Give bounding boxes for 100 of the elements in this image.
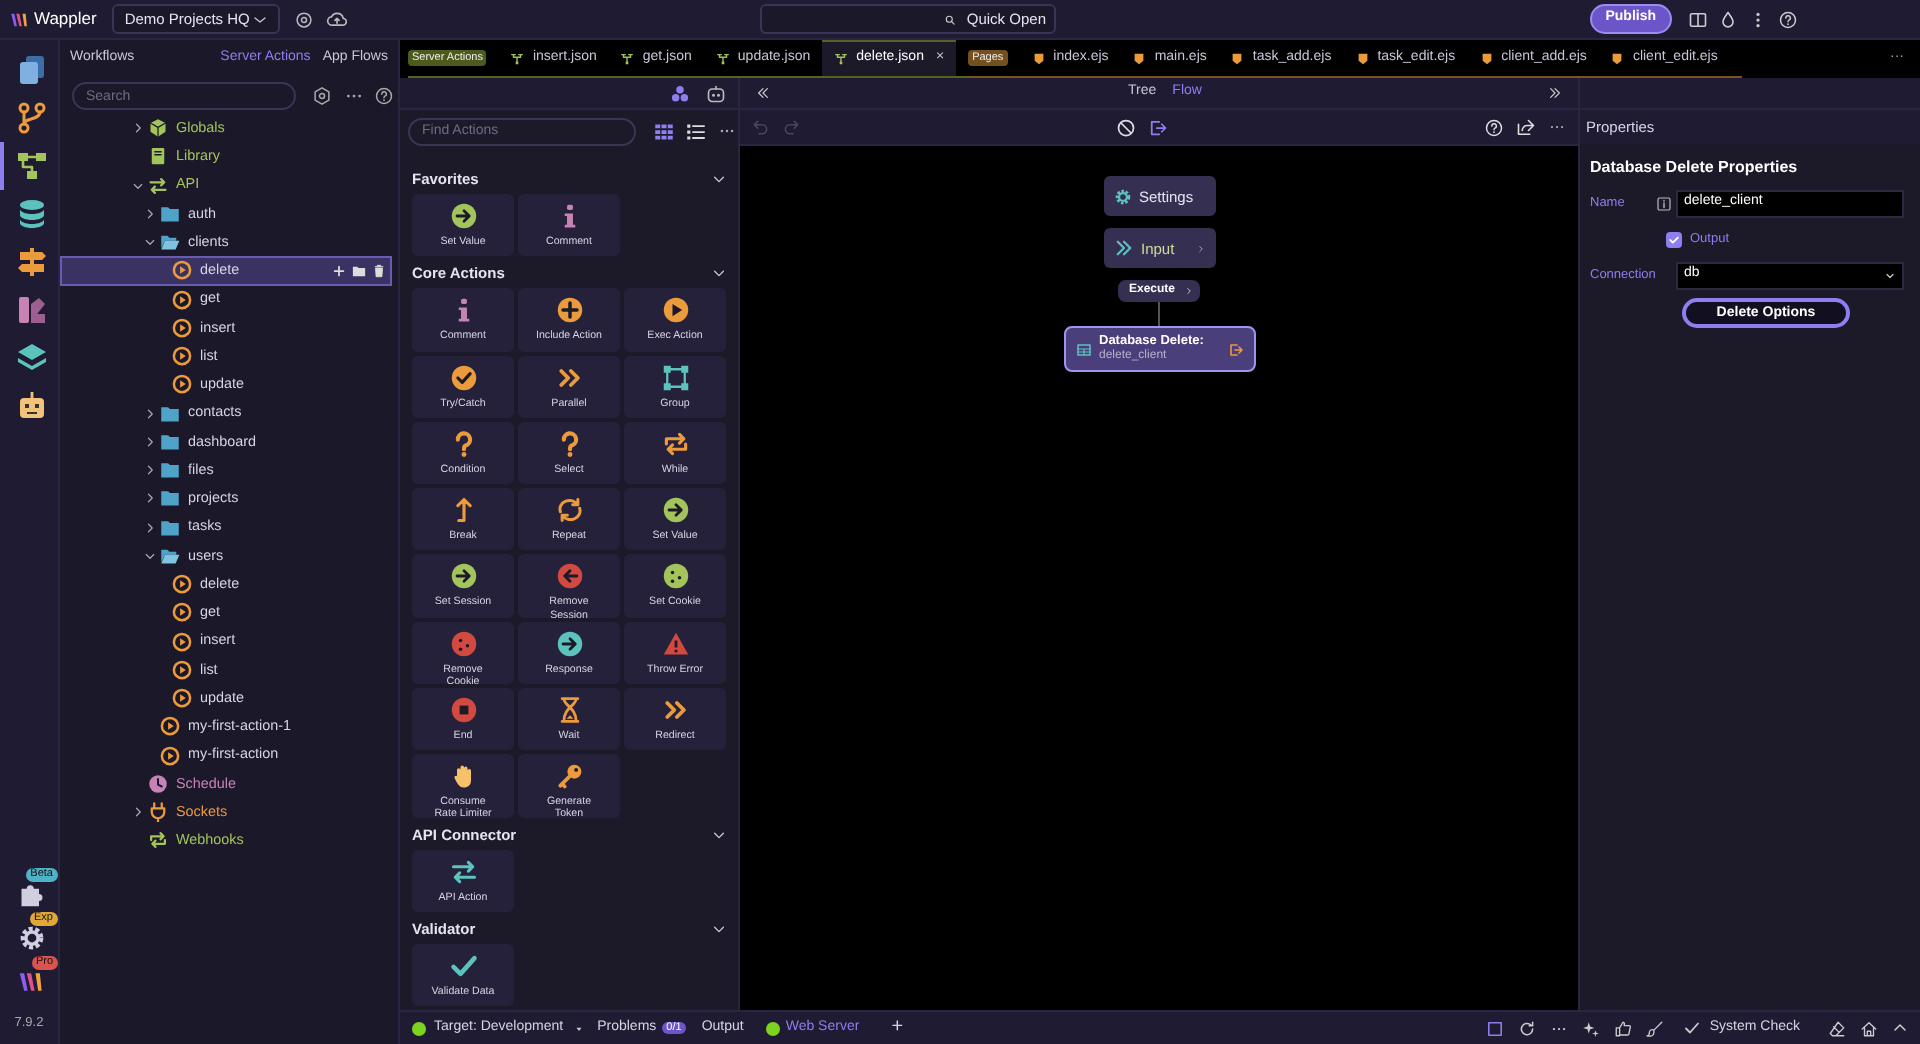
collapse-left-icon[interactable] [756, 86, 770, 100]
play-icon [172, 602, 192, 623]
shield-icon [1479, 51, 1494, 65]
cube-icon [148, 118, 168, 139]
folder-icon [160, 232, 180, 253]
folder-icon[interactable] [352, 263, 366, 278]
list-view-icon[interactable] [686, 121, 706, 141]
check-icon [1668, 233, 1680, 246]
logo-icon [10, 9, 30, 29]
folder-icon [160, 431, 180, 452]
chevron-down-icon[interactable] [144, 549, 156, 562]
collapse-right-icon[interactable] [1548, 86, 1562, 100]
robot-icon[interactable] [706, 83, 726, 103]
loop-icon [148, 830, 168, 851]
checkbox[interactable] [1666, 231, 1682, 248]
chevron-right-icon[interactable] [144, 407, 156, 420]
puzzle-icon[interactable] [17, 880, 45, 908]
chevron-down-icon[interactable] [712, 827, 726, 842]
branch-icon [510, 51, 525, 65]
flow-icon [15, 150, 47, 182]
play-icon [172, 260, 192, 281]
branch-icon [715, 51, 730, 65]
chevron-right-icon[interactable] [144, 207, 156, 220]
folder-icon [160, 460, 180, 481]
play-icon [160, 745, 180, 766]
chevron-right-icon[interactable] [144, 435, 156, 448]
share-icon[interactable] [1516, 117, 1536, 137]
chevron-right-icon[interactable] [132, 122, 144, 135]
refresh-icon[interactable] [1517, 1019, 1536, 1037]
disable-icon[interactable] [1116, 117, 1136, 137]
logo-icon[interactable] [17, 968, 45, 996]
settings-icon[interactable] [312, 86, 332, 106]
chevron-down-icon[interactable] [712, 921, 726, 936]
table-icon [1075, 341, 1091, 357]
check-icon [1683, 1020, 1700, 1036]
shield-icon [1230, 51, 1245, 65]
chevrons-icon [1113, 238, 1133, 258]
play-icon [160, 716, 180, 737]
status-dot [412, 1021, 426, 1035]
swatches-icon [15, 294, 47, 326]
add-button[interactable]: + [891, 1016, 904, 1040]
chevron-down-icon[interactable] [132, 179, 144, 192]
branch-icon [620, 51, 635, 65]
sparkle-icon[interactable] [1581, 1019, 1600, 1037]
gear-icon [1113, 187, 1131, 205]
play-icon [172, 659, 192, 680]
settings-icon[interactable] [294, 9, 315, 29]
shield-icon [1610, 51, 1625, 65]
signpost-icon [15, 246, 47, 278]
drop-icon[interactable] [1718, 9, 1738, 29]
shield-icon [1355, 51, 1370, 65]
branch-icon [834, 52, 849, 66]
cloud-upload-icon[interactable] [326, 8, 349, 30]
folder-icon [160, 488, 180, 509]
folder-icon [160, 545, 180, 566]
help-icon[interactable] [374, 86, 394, 106]
help-icon[interactable] [1778, 9, 1798, 29]
folder-icon [160, 203, 180, 224]
info-icon [1656, 195, 1672, 212]
play-icon [172, 631, 192, 652]
play-icon [172, 289, 192, 310]
exit-icon[interactable] [1148, 117, 1168, 137]
play-icon [172, 346, 192, 367]
chevron-right-icon [1183, 286, 1193, 296]
circles-icon[interactable] [670, 83, 690, 103]
swap-icon [148, 175, 168, 196]
documents-icon [15, 54, 47, 86]
chevron-down-icon[interactable] [712, 172, 726, 186]
play-icon [172, 688, 192, 709]
add-icon[interactable] [332, 263, 346, 278]
branch-icon [15, 102, 47, 134]
chevron-right-icon [1195, 243, 1205, 253]
chevron-right-icon[interactable] [144, 492, 156, 505]
square-icon[interactable] [1485, 1019, 1504, 1037]
shield-icon [1031, 51, 1046, 65]
chevron-right-icon[interactable] [144, 521, 156, 534]
exit-icon [1227, 341, 1243, 357]
folder-icon [160, 517, 180, 538]
app-name: Wappler [34, 8, 97, 30]
shield-icon [1132, 51, 1147, 65]
thumbs-up-icon[interactable] [1613, 1019, 1632, 1037]
folder-icon [160, 403, 180, 424]
chevron-right-icon[interactable] [132, 806, 144, 819]
plug-icon [148, 802, 168, 823]
grid-view-icon[interactable] [654, 121, 674, 141]
home-icon[interactable] [1860, 1019, 1878, 1037]
properties-heading: Database Delete Properties [1588, 156, 1800, 180]
database-icon [15, 198, 47, 230]
chevron-up-icon[interactable] [1892, 1020, 1908, 1036]
caret-down-icon[interactable] [573, 1023, 584, 1033]
gear-icon[interactable] [17, 924, 45, 952]
trash-icon[interactable] [372, 263, 386, 278]
chevron-down-icon[interactable] [712, 266, 726, 281]
chevron-down-icon[interactable] [144, 236, 156, 249]
chevron-right-icon[interactable] [144, 464, 156, 477]
eraser-icon[interactable] [1828, 1019, 1846, 1037]
play-icon [172, 574, 192, 595]
status-dot [765, 1021, 780, 1035]
brush-icon[interactable] [1645, 1019, 1664, 1037]
split-view-icon[interactable] [1688, 9, 1708, 29]
